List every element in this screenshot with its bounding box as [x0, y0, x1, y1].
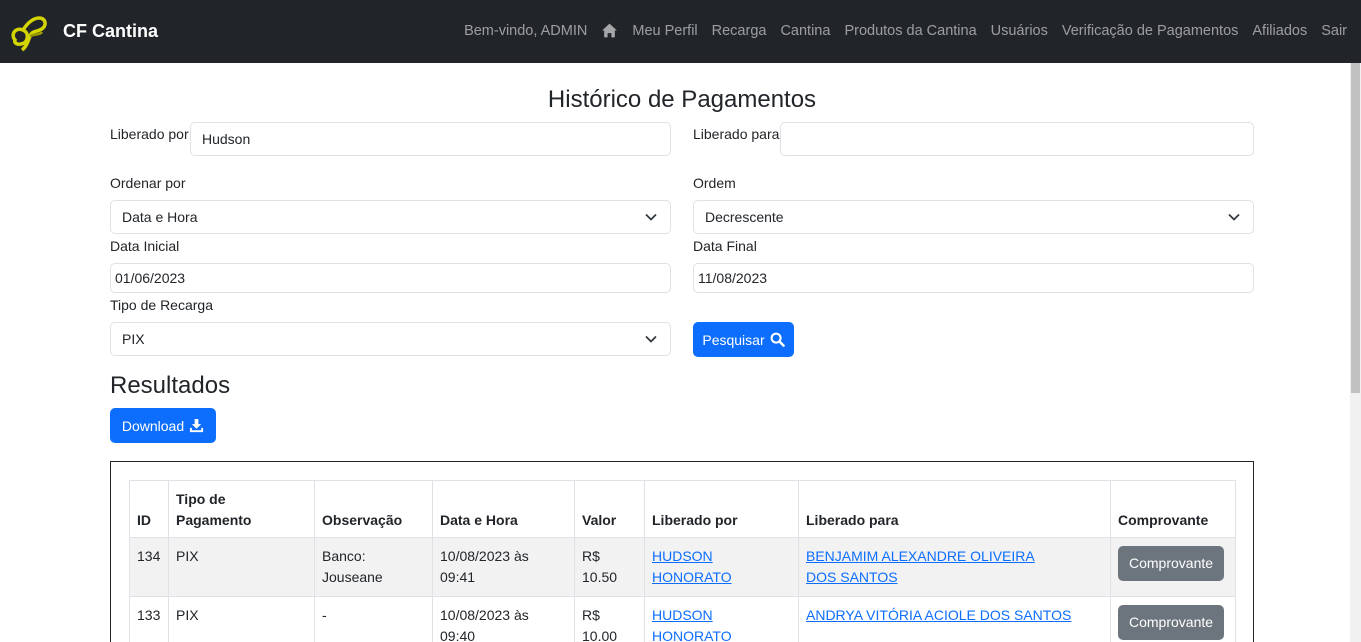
ordem-label: Ordem: [693, 175, 736, 191]
data-final-label: Data Final: [693, 238, 757, 254]
cell-observacao-text: Banco: Jouseane: [322, 548, 383, 585]
results-table: ID Tipo de Pagamento Observação Data e H…: [129, 480, 1236, 642]
cell-valor-text: R$ 10.00: [582, 607, 618, 642]
search-button[interactable]: Pesquisar: [693, 322, 794, 357]
data-inicial-input[interactable]: 01/06/2023: [110, 263, 671, 293]
column-header-valor: Valor: [574, 480, 645, 538]
table-header-row: ID Tipo de Pagamento Observação Data e H…: [129, 480, 1236, 538]
nav-links: Bem-vindo, ADMIN Meu Perfil Recarga Cant…: [450, 22, 1347, 39]
cell-id: 133: [129, 596, 169, 642]
chevron-down-icon: [1228, 213, 1240, 221]
ordem-value: Decrescente: [705, 209, 784, 225]
comprovante-button[interactable]: Comprovante: [1118, 546, 1225, 581]
cell-liberado-para: Andrya Vitória Aciole dos Santos: [798, 596, 1111, 642]
page-scrollbar[interactable]: [1350, 63, 1361, 642]
cell-id: 134: [129, 537, 169, 597]
cell-comprovante: Comprovante: [1110, 537, 1236, 597]
ordem-select[interactable]: Decrescente: [693, 200, 1254, 234]
nav-cantina[interactable]: Cantina: [780, 23, 830, 39]
liberado-para-input[interactable]: [780, 122, 1254, 156]
nav-verificacao-pagamentos[interactable]: Verificação de Pagamentos: [1062, 23, 1239, 39]
liberado-por-label: Liberado por: [110, 126, 189, 142]
column-header-liberado-por: Liberado por: [644, 480, 799, 538]
nav-meu-perfil[interactable]: Meu Perfil: [632, 23, 697, 39]
cell-data-hora: 10/08/2023 às 09:40: [432, 596, 575, 642]
top-navbar: CF Cantina Bem-vindo, ADMIN Meu Perfil R…: [0, 0, 1361, 63]
liberado-por-link[interactable]: Hudson Honorato: [652, 546, 747, 588]
nav-usuarios[interactable]: Usuários: [991, 23, 1048, 39]
liberado-para-link[interactable]: Benjamim Alexandre Oliveira dos Santos: [806, 546, 1066, 588]
liberado-para-link[interactable]: Andrya Vitória Aciole dos Santos: [806, 605, 1096, 626]
column-header-observacao: Observação: [314, 480, 433, 538]
nav-produtos-cantina[interactable]: Produtos da Cantina: [844, 23, 976, 39]
tipo-recarga-label: Tipo de Recarga: [110, 297, 213, 313]
cell-data-hora-text: 10/08/2023 às 09:41: [440, 548, 529, 585]
nav-sair[interactable]: Sair: [1321, 23, 1347, 39]
data-inicial-label: Data Inicial: [110, 238, 180, 254]
ordenar-por-select[interactable]: Data e Hora: [110, 200, 671, 234]
results-title: Resultados: [110, 372, 231, 399]
brand-logo-icon: [11, 16, 47, 52]
cell-valor: R$ 10.50: [574, 537, 645, 597]
comprovante-button[interactable]: Comprovante: [1118, 605, 1225, 640]
ordenar-por-value: Data e Hora: [122, 209, 198, 225]
cell-observacao: -: [314, 596, 433, 642]
data-inicial-value: 01/06/2023: [115, 270, 186, 286]
tipo-recarga-select[interactable]: PIX: [110, 322, 671, 356]
chevron-down-icon: [645, 213, 657, 221]
chevron-down-icon: [645, 335, 657, 343]
download-icon: [190, 418, 204, 433]
search-icon: [770, 332, 785, 347]
search-button-label: Pesquisar: [702, 331, 765, 348]
column-header-comprovante: Comprovante: [1110, 480, 1236, 538]
data-final-input[interactable]: 11/08/2023: [693, 263, 1254, 293]
home-icon[interactable]: [601, 22, 618, 39]
liberado-para-label: Liberado para: [693, 126, 780, 142]
column-header-data-hora: Data e Hora: [432, 480, 575, 538]
cell-observacao: Banco: Jouseane: [314, 537, 433, 597]
cell-liberado-para: Benjamim Alexandre Oliveira dos Santos: [798, 537, 1111, 597]
cell-comprovante: Comprovante: [1110, 596, 1236, 642]
welcome-text: Bem-vindo, ADMIN: [464, 22, 588, 39]
data-final-value: 11/08/2023: [698, 270, 768, 286]
cell-data-hora-text: 10/08/2023 às 09:40: [440, 607, 529, 642]
download-button[interactable]: Download: [110, 408, 216, 443]
download-button-label: Download: [121, 417, 185, 434]
cell-liberado-por: Hudson Honorato: [644, 596, 799, 642]
page-title: Histórico de Pagamentos: [547, 86, 817, 113]
cell-tipo: PIX: [168, 596, 315, 642]
column-header-tipo-pagamento-label: Tipo de Pagamento: [176, 491, 252, 528]
cell-valor: R$ 10.00: [574, 596, 645, 642]
tipo-recarga-value: PIX: [122, 331, 145, 347]
column-header-id: ID: [129, 480, 169, 538]
column-header-liberado-para: Liberado para: [798, 480, 1111, 538]
column-header-tipo-pagamento: Tipo de Pagamento: [168, 480, 315, 538]
cell-data-hora: 10/08/2023 às 09:41: [432, 537, 575, 597]
liberado-por-link[interactable]: Hudson Honorato: [652, 605, 747, 642]
nav-afiliados[interactable]: Afiliados: [1252, 23, 1307, 39]
table-row: 134 PIX Banco: Jouseane 10/08/2023 às 09…: [129, 537, 1236, 597]
liberado-por-value: Hudson: [202, 131, 251, 147]
brand-link[interactable]: CF Cantina: [8, 10, 158, 52]
nav-recarga[interactable]: Recarga: [712, 23, 767, 39]
scrollbar-thumb[interactable]: [1351, 63, 1360, 393]
ordenar-por-label: Ordenar por: [110, 175, 186, 191]
cell-tipo: PIX: [168, 537, 315, 597]
cell-valor-text: R$ 10.50: [582, 548, 618, 585]
table-row: 133 PIX - 10/08/2023 às 09:40 R$ 10.00 H…: [129, 596, 1236, 642]
results-table-container: ID Tipo de Pagamento Observação Data e H…: [110, 461, 1254, 642]
cell-liberado-por: Hudson Honorato: [644, 537, 799, 597]
brand-name: CF Cantina: [63, 20, 159, 41]
liberado-por-input[interactable]: Hudson: [190, 122, 671, 156]
